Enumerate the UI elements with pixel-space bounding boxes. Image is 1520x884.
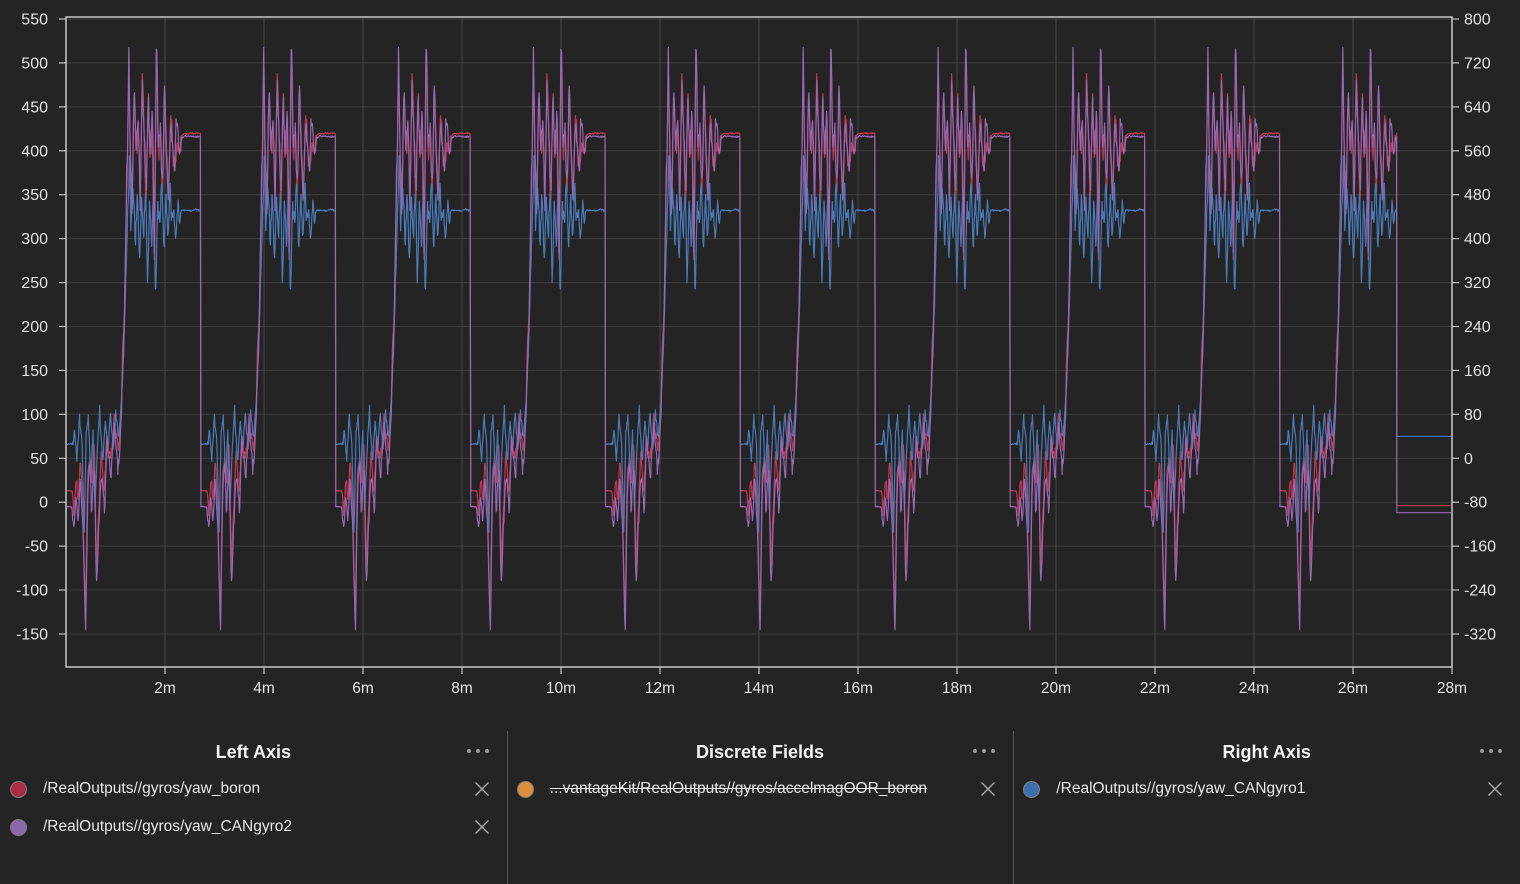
x-axis-tick-label: 16m xyxy=(843,680,873,697)
remove-field-button[interactable] xyxy=(471,816,493,838)
legend-field-row[interactable]: /RealOutputs//gyros/yaw_boron xyxy=(0,770,507,808)
legend-items: /RealOutputs//gyros/yaw_CANgyro1 xyxy=(1013,770,1520,808)
close-icon xyxy=(471,816,493,838)
field-label: /RealOutputs//gyros/yaw_CANgyro1 xyxy=(1056,780,1474,798)
close-icon xyxy=(977,778,999,800)
field-label: /RealOutputs//gyros/yaw_boron xyxy=(43,780,461,798)
field-label: ...vantageKit/RealOutputs//gyros/accelma… xyxy=(550,780,968,798)
left-axis-tick-label: 300 xyxy=(21,231,48,248)
remove-field-button[interactable] xyxy=(1484,778,1506,800)
line-chart[interactable]: 550500450400350300250200150100500-50-100… xyxy=(0,0,1520,705)
x-axis-tick-label: 28m xyxy=(1437,680,1467,697)
section-menu-ellipsis-icon[interactable] xyxy=(973,749,995,753)
right-axis-tick-label: 800 xyxy=(1464,12,1491,29)
right-axis-tick-label: 80 xyxy=(1464,407,1482,424)
right-axis-tick-label: 400 xyxy=(1464,231,1491,248)
left-axis-tick-label: 200 xyxy=(21,319,48,336)
legend-section-right-axis: Right Axis /RealOutputs//gyros/yaw_CANgy… xyxy=(1013,705,1520,884)
legend-items: /RealOutputs//gyros/yaw_boron/RealOutput… xyxy=(0,770,507,846)
right-axis-tick-label: 560 xyxy=(1464,143,1491,160)
right-axis-tick-label: 240 xyxy=(1464,319,1491,336)
right-axis-tick-label: 720 xyxy=(1464,55,1491,72)
left-axis-tick-label: 250 xyxy=(21,275,48,292)
legend-section-title: Discrete Fields xyxy=(507,741,1014,763)
field-color-swatch[interactable] xyxy=(517,781,534,798)
left-axis-tick-label: -150 xyxy=(16,627,48,644)
field-color-swatch[interactable] xyxy=(10,819,27,836)
left-axis-tick-label: -100 xyxy=(16,583,48,600)
x-axis-tick-label: 22m xyxy=(1140,680,1170,697)
legend-section-title: Right Axis xyxy=(1013,741,1520,763)
right-axis-tick-label: -160 xyxy=(1464,539,1496,556)
left-axis-tick-label: -50 xyxy=(25,539,48,556)
legend-bar: Left Axis /RealOutputs//gyros/yaw_boron/… xyxy=(0,705,1520,884)
remove-field-button[interactable] xyxy=(977,778,999,800)
x-axis-tick-label: 20m xyxy=(1041,680,1071,697)
left-axis-tick-label: 350 xyxy=(21,187,48,204)
x-axis-tick-label: 6m xyxy=(352,680,374,697)
x-axis-tick-label: 24m xyxy=(1239,680,1269,697)
x-axis-tick-label: 12m xyxy=(645,680,675,697)
right-axis-tick-label: -240 xyxy=(1464,583,1496,600)
left-axis-tick-label: 50 xyxy=(30,451,48,468)
x-axis-tick-label: 4m xyxy=(253,680,275,697)
line-graph-area[interactable]: 550500450400350300250200150100500-50-100… xyxy=(0,0,1520,705)
legend-section-left-axis: Left Axis /RealOutputs//gyros/yaw_boron/… xyxy=(0,705,507,884)
field-color-swatch[interactable] xyxy=(10,781,27,798)
close-icon xyxy=(1484,778,1506,800)
left-axis-tick-label: 400 xyxy=(21,143,48,160)
section-menu-ellipsis-icon[interactable] xyxy=(1480,749,1502,753)
left-axis-tick-label: 150 xyxy=(21,363,48,380)
left-axis-tick-label: 0 xyxy=(39,495,48,512)
left-axis-tick-label: 550 xyxy=(21,12,48,29)
close-icon xyxy=(471,778,493,800)
x-axis-tick-label: 26m xyxy=(1338,680,1368,697)
field-label: /RealOutputs//gyros/yaw_CANgyro2 xyxy=(43,818,461,836)
x-axis-tick-label: 10m xyxy=(546,680,576,697)
field-color-swatch[interactable] xyxy=(1023,781,1040,798)
x-axis-tick-label: 18m xyxy=(942,680,972,697)
left-axis-tick-label: 500 xyxy=(21,55,48,72)
legend-field-row[interactable]: /RealOutputs//gyros/yaw_CANgyro1 xyxy=(1013,770,1520,808)
legend-field-row[interactable]: /RealOutputs//gyros/yaw_CANgyro2 xyxy=(0,808,507,846)
right-axis-tick-label: 0 xyxy=(1464,451,1473,468)
left-axis-tick-label: 100 xyxy=(21,407,48,424)
right-axis-tick-label: -320 xyxy=(1464,627,1496,644)
x-axis-tick-label: 14m xyxy=(744,680,774,697)
right-axis-tick-label: -80 xyxy=(1464,495,1487,512)
x-axis-tick-label: 8m xyxy=(451,680,473,697)
legend-field-row[interactable]: ...vantageKit/RealOutputs//gyros/accelma… xyxy=(507,770,1014,808)
remove-field-button[interactable] xyxy=(471,778,493,800)
left-axis-tick-label: 450 xyxy=(21,99,48,116)
legend-items: ...vantageKit/RealOutputs//gyros/accelma… xyxy=(507,770,1014,808)
legend-section-title: Left Axis xyxy=(0,741,507,763)
right-axis-tick-label: 480 xyxy=(1464,187,1491,204)
section-menu-ellipsis-icon[interactable] xyxy=(467,749,489,753)
x-axis-tick-label: 2m xyxy=(154,680,176,697)
right-axis-tick-label: 160 xyxy=(1464,363,1491,380)
legend-section-discrete-fields: Discrete Fields ...vantageKit/RealOutput… xyxy=(507,705,1014,884)
right-axis-tick-label: 640 xyxy=(1464,99,1491,116)
right-axis-tick-label: 320 xyxy=(1464,275,1491,292)
